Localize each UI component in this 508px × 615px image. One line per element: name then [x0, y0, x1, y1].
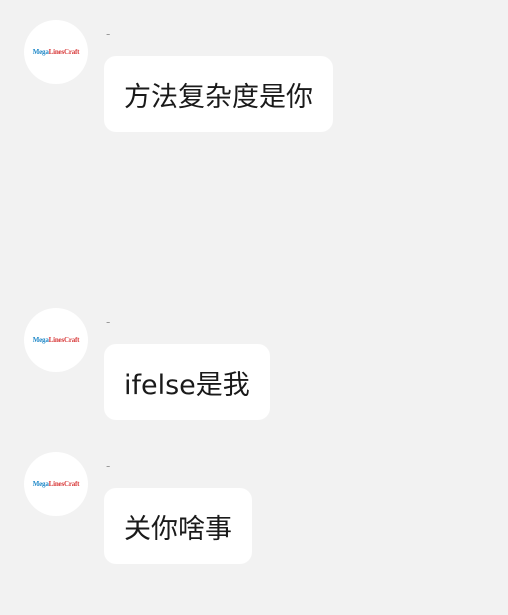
avatar[interactable]: MegaLinesCraft [24, 308, 88, 372]
avatar-logo: MegaLinesCraft [32, 335, 80, 344]
sender-name: - [106, 27, 111, 41]
avatar[interactable]: MegaLinesCraft [24, 452, 88, 516]
avatar-logo: MegaLinesCraft [32, 47, 80, 56]
sender-name: - [106, 315, 111, 329]
avatar[interactable]: MegaLinesCraft [24, 20, 88, 84]
message-bubble[interactable]: 关你啥事 [104, 488, 252, 564]
avatar-logo: MegaLinesCraft [32, 479, 80, 488]
message-bubble[interactable]: 方法复杂度是你 [104, 56, 333, 132]
message-bubble[interactable]: ifelse是我 [104, 344, 270, 420]
sender-name: - [106, 459, 111, 473]
